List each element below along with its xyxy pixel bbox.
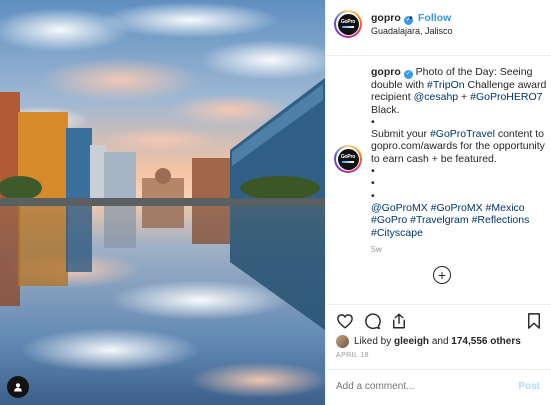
caption-text: Challenge award: [464, 79, 547, 91]
caption-text: to earn cash + be featured.: [371, 152, 497, 165]
separator-dot: •: [409, 12, 413, 24]
caption-text: +: [458, 91, 471, 104]
location-link[interactable]: Guadalajara, Jalisco: [371, 26, 453, 36]
username-link[interactable]: gopro ✓: [371, 12, 413, 25]
likes-prefix: Liked by: [354, 335, 392, 347]
caption-text: recipient: [371, 91, 414, 104]
caption-text: double with: [371, 79, 428, 91]
caption-text: gopro.com/awards for the opportunity: [371, 140, 545, 153]
post-header: GoPro gopro ✓ • Follow Guadalajara, Jalis…: [326, 0, 551, 56]
caption-bullet: •: [371, 189, 375, 202]
caption-bullet: •: [371, 115, 375, 128]
comment-input[interactable]: [336, 381, 496, 392]
reflection-cityscape-image: [0, 0, 325, 405]
share-icon[interactable]: [390, 312, 408, 330]
hashtag-link[interactable]: #GoProTravel: [430, 128, 495, 140]
avatar[interactable]: GoPro: [334, 10, 362, 38]
username-text: gopro: [371, 12, 401, 24]
comment-form: Post: [326, 369, 551, 405]
post-comment-button[interactable]: Post: [518, 381, 540, 392]
likes-summary: Liked by gleeigh and 174,556 others: [336, 334, 521, 348]
bookmark-icon[interactable]: [525, 312, 543, 330]
liker-avatar[interactable]: [336, 334, 349, 348]
comment-icon[interactable]: [363, 312, 381, 330]
caption-time-ago[interactable]: 5w: [371, 244, 382, 254]
heart-icon[interactable]: [336, 312, 354, 330]
caption-text: Black.: [371, 103, 400, 116]
caption-avatar[interactable]: GoPro: [334, 145, 362, 173]
hashtags-link[interactable]: #GoPro #Travelgram #Reflections: [371, 214, 543, 226]
verified-badge-icon: ✓: [403, 70, 413, 79]
caption-bullet: •: [371, 177, 375, 190]
hashtags-link[interactable]: #Cityscape: [371, 227, 543, 239]
mention-link[interactable]: @cesahp: [414, 91, 459, 103]
plus-icon: +: [437, 267, 447, 283]
caption-text: Photo of the Day: Seeing: [415, 66, 533, 78]
post-photo[interactable]: [0, 0, 325, 405]
follow-button[interactable]: Follow: [418, 12, 451, 24]
tagged-user-icon[interactable]: [7, 376, 29, 398]
likes-conjunction: and: [431, 335, 449, 347]
post-caption: gopro ✓ Photo of the Day: Seeing double w…: [371, 66, 546, 239]
caption-text: Submit your: [371, 128, 430, 141]
hashtags-link[interactable]: @GoProMX #GoProMX #Mexico: [371, 202, 543, 214]
caption-username-link[interactable]: gopro: [371, 66, 401, 78]
post-date[interactable]: APRIL 18: [336, 352, 369, 359]
post-side-panel: GoPro gopro ✓ • Follow Guadalajara, Jalis…: [325, 0, 551, 405]
liker-username-link[interactable]: gleeigh: [394, 336, 429, 347]
load-more-comments-button[interactable]: +: [433, 266, 451, 284]
caption-bullet: •: [371, 165, 375, 178]
likes-count-link[interactable]: 174,556 others: [451, 336, 521, 347]
comments-area: GoPro gopro ✓ Photo of the Day: Seeing do…: [326, 56, 551, 304]
hashtag-link[interactable]: #TripOn: [427, 79, 465, 91]
hashtag-link[interactable]: #GoProHERO7: [470, 91, 542, 103]
caption-text: content to: [494, 128, 544, 141]
action-bar: [326, 304, 551, 334]
